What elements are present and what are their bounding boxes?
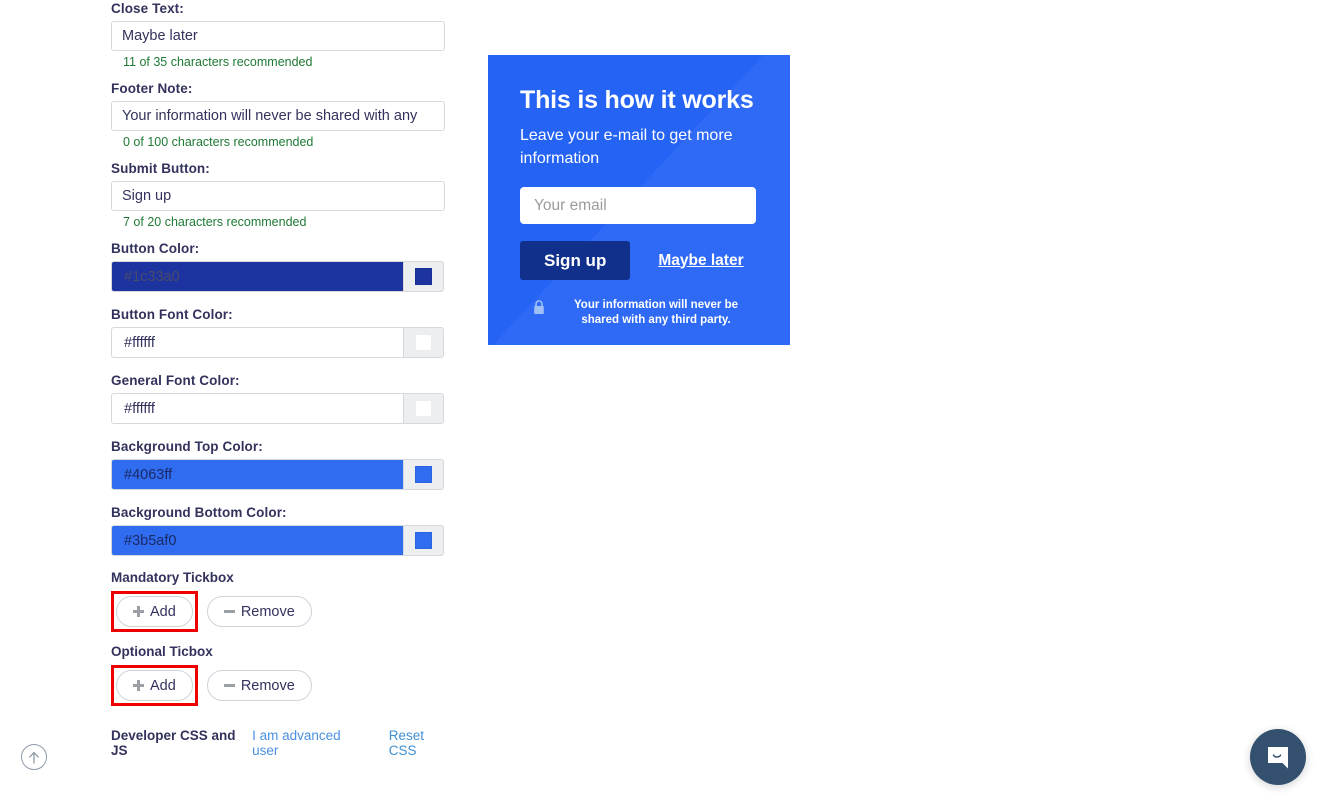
settings-form: Close Text: 11 of 35 characters recommen… <box>111 0 451 758</box>
field-button-color: Button Color: <box>111 240 451 292</box>
input-footer-note[interactable] <box>111 101 445 131</box>
color-chip-general-font-color <box>415 400 432 417</box>
minus-icon <box>223 606 235 617</box>
color-row-button-font-color <box>111 327 444 358</box>
page-root: Close Text: 11 of 35 characters recommen… <box>0 0 1328 804</box>
highlight-optional-add: Add <box>111 665 198 706</box>
swatch-button-background-top-color[interactable] <box>403 459 444 490</box>
color-row-background-top-color <box>111 459 444 490</box>
color-chip-background-top-color <box>415 466 432 483</box>
add-optional-label: Add <box>150 677 176 694</box>
label-button-font-color: Button Font Color: <box>111 307 233 322</box>
input-general-font-color[interactable] <box>111 393 403 424</box>
remove-optional-ticbox-button[interactable]: Remove <box>206 670 312 701</box>
add-optional-ticbox-button[interactable]: Add <box>116 670 193 701</box>
field-button-font-color: Button Font Color: <box>111 306 451 358</box>
label-close-text: Close Text: <box>111 1 184 16</box>
plus-icon <box>133 680 144 691</box>
input-submit-button-text[interactable] <box>111 181 445 211</box>
preview-signup-button[interactable]: Sign up <box>520 241 631 280</box>
color-chip-background-bottom-color <box>415 532 432 549</box>
preview-content: This is how it works Leave your e-mail t… <box>488 55 790 328</box>
advanced-user-link[interactable]: I am advanced user <box>252 728 363 758</box>
add-mandatory-tickbox-button[interactable]: Add <box>116 596 193 627</box>
field-footer-note: Footer Note: 0 of 100 characters recomme… <box>111 80 451 150</box>
label-mandatory-tickbox: Mandatory Tickbox <box>111 570 234 585</box>
widget-preview-panel: This is how it works Leave your e-mail t… <box>488 55 790 345</box>
hint-footer-note: 0 of 100 characters recommended <box>123 135 314 149</box>
button-row-mandatory-tickbox: Add Remove <box>111 591 451 632</box>
preview-footer: Your information will never be shared wi… <box>520 298 758 328</box>
input-button-font-color[interactable] <box>111 327 403 358</box>
label-submit-button-text: Submit Button: <box>111 161 210 176</box>
swatch-button-background-bottom-color[interactable] <box>403 525 444 556</box>
label-background-bottom-color: Background Bottom Color: <box>111 505 287 520</box>
chat-bubble-smile-icon <box>1268 747 1288 769</box>
button-row-optional-ticbox: Add Remove <box>111 665 451 706</box>
swatch-button-button-font-color[interactable] <box>403 327 444 358</box>
label-background-top-color: Background Top Color: <box>111 439 263 454</box>
field-background-bottom-color: Background Bottom Color: <box>111 504 451 556</box>
hint-submit-button-text: 7 of 20 characters recommended <box>123 215 307 229</box>
developer-row: Developer CSS and JS I am advanced user … <box>111 728 451 758</box>
preview-subtitle: Leave your e-mail to get more informatio… <box>520 127 733 167</box>
remove-mandatory-tickbox-button[interactable]: Remove <box>206 596 312 627</box>
label-general-font-color: General Font Color: <box>111 373 240 388</box>
swatch-button-general-font-color[interactable] <box>403 393 444 424</box>
preview-email-input[interactable] <box>520 187 756 224</box>
remove-mandatory-label: Remove <box>240 603 295 620</box>
label-footer-note: Footer Note: <box>111 81 193 96</box>
field-general-font-color: General Font Color: <box>111 372 451 424</box>
color-chip-button-font-color <box>415 334 432 351</box>
hint-close-text: 11 of 35 characters recommended <box>123 55 313 69</box>
color-row-button-color <box>111 261 444 292</box>
label-optional-ticbox: Optional Ticbox <box>111 644 213 659</box>
color-row-background-bottom-color <box>111 525 444 556</box>
color-row-general-font-color <box>111 393 444 424</box>
field-background-top-color: Background Top Color: <box>111 438 451 490</box>
chat-widget-button[interactable] <box>1250 729 1306 785</box>
minus-icon <box>223 680 235 691</box>
highlight-mandatory-add: Add <box>111 591 198 632</box>
input-button-color[interactable] <box>111 261 403 292</box>
label-button-color: Button Color: <box>111 241 200 256</box>
plus-icon <box>133 606 144 617</box>
preview-actions: Sign up Maybe later <box>520 241 758 280</box>
preview-footer-text: Your information will never be shared wi… <box>573 299 738 326</box>
scroll-to-top-button[interactable] <box>21 744 47 770</box>
preview-maybe-later-link[interactable]: Maybe later <box>658 252 743 270</box>
reset-css-link[interactable]: Reset CSS <box>389 728 451 758</box>
input-background-top-color[interactable] <box>111 459 403 490</box>
field-close-text: Close Text: 11 of 35 characters recommen… <box>111 0 451 70</box>
developer-title: Developer CSS and JS <box>111 728 236 758</box>
remove-optional-label: Remove <box>240 677 295 694</box>
preview-title: This is how it works <box>520 86 754 114</box>
field-submit-button-text: Submit Button: 7 of 20 characters recomm… <box>111 160 451 230</box>
input-close-text[interactable] <box>111 21 445 51</box>
arrow-up-icon <box>29 751 39 764</box>
input-background-bottom-color[interactable] <box>111 525 403 556</box>
swatch-button-button-color[interactable] <box>403 261 444 292</box>
lock-icon <box>534 300 544 314</box>
add-mandatory-label: Add <box>150 603 176 620</box>
color-chip-button-color <box>415 268 432 285</box>
